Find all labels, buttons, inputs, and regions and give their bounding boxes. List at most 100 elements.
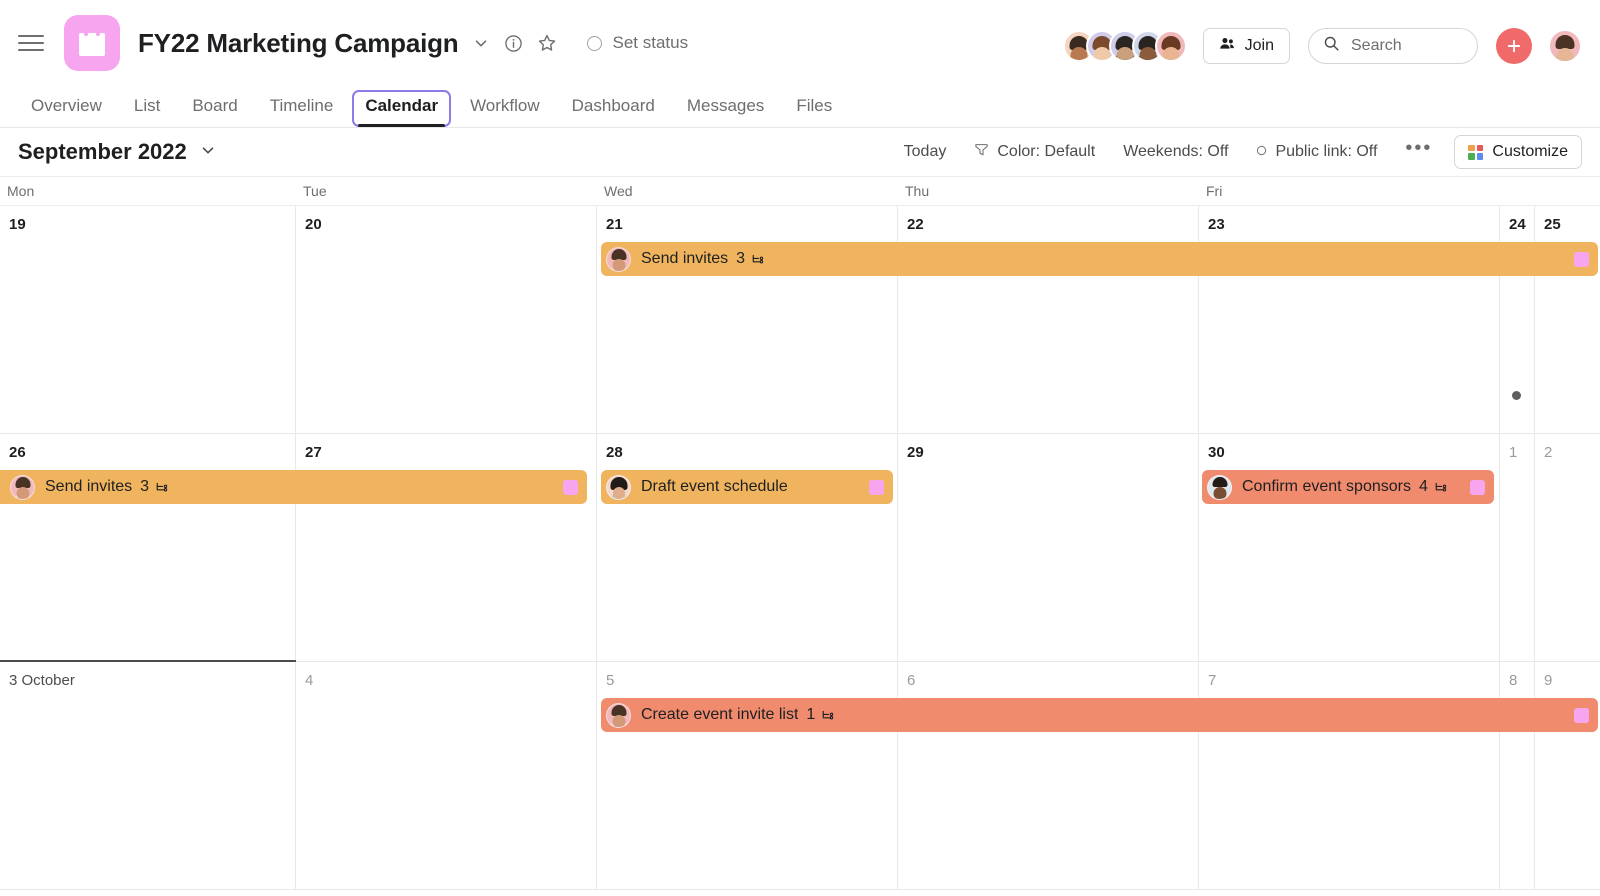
event-title: Create event invite list — [641, 706, 799, 723]
calendar-week-row: 26 27 28 29 30 1 2 Send invites 3 Draft … — [0, 434, 1600, 662]
day-number: 6 — [907, 672, 916, 689]
subtask-icon — [821, 708, 836, 723]
star-icon[interactable] — [537, 33, 557, 53]
avatar — [1207, 474, 1232, 500]
day-cell[interactable]: 5 — [597, 662, 898, 889]
customize-button[interactable]: Customize — [1454, 135, 1582, 169]
hamburger-menu-icon[interactable] — [18, 28, 48, 58]
day-cell[interactable]: 29 — [898, 434, 1199, 661]
join-label: Join — [1244, 37, 1274, 54]
my-avatar[interactable] — [1548, 29, 1582, 63]
set-status-label: Set status — [612, 33, 689, 52]
month-selector[interactable]: September 2022 — [18, 139, 217, 165]
event-subtask-count: 1 — [806, 706, 816, 723]
more-options-button[interactable]: ••• — [1393, 136, 1444, 168]
day-cell[interactable]: 2 — [1535, 434, 1600, 661]
tab-calendar[interactable]: Calendar — [352, 90, 452, 127]
calendar-event[interactable]: Send invites 3 — [0, 470, 587, 504]
day-cell[interactable]: 6 — [898, 662, 1199, 889]
calendar-event[interactable]: Send invites 3 — [601, 242, 1598, 276]
tab-list[interactable]: List — [121, 92, 173, 127]
day-cell[interactable]: 26 — [0, 434, 296, 661]
tab-board[interactable]: Board — [179, 92, 250, 127]
month-label: September 2022 — [18, 139, 187, 164]
avatar-face — [1093, 47, 1111, 60]
tab-workflow[interactable]: Workflow — [457, 92, 553, 127]
join-button[interactable]: Join — [1202, 28, 1290, 64]
day-cell[interactable]: 22 — [898, 206, 1199, 433]
day-number: 19 — [9, 216, 26, 233]
set-status-button[interactable]: Set status — [587, 33, 688, 53]
subtask-icon — [155, 480, 170, 495]
day-cell[interactable]: 30 — [1199, 434, 1500, 661]
public-link-label: Public link: Off — [1275, 143, 1378, 160]
avatar — [606, 246, 631, 272]
day-cell[interactable]: 25 — [1535, 206, 1600, 433]
calendar-week-row: 19 20 21 22 23 24 25 Send invites 3 — [0, 206, 1600, 434]
day-number: 28 — [606, 444, 623, 461]
event-subtask-count: 3 — [736, 250, 746, 267]
weekends-label: Weekends: Off — [1123, 143, 1229, 160]
day-number: 29 — [907, 444, 924, 461]
people-icon — [1219, 35, 1236, 57]
day-cell[interactable]: 21 — [597, 206, 898, 433]
day-cell[interactable]: 19 — [0, 206, 296, 433]
search-box[interactable] — [1308, 28, 1478, 64]
day-cell[interactable]: 4 — [296, 662, 597, 889]
weekday-tue: Tue — [303, 183, 327, 199]
weekends-button[interactable]: Weekends: Off — [1111, 137, 1240, 167]
weekday-thu: Thu — [905, 183, 930, 199]
day-cell[interactable]: 24 — [1500, 206, 1535, 433]
day-cell[interactable]: 1 — [1500, 434, 1535, 661]
day-cell[interactable]: 3 October — [0, 662, 296, 889]
event-project-badge — [1574, 251, 1589, 267]
avatar-face — [1213, 487, 1226, 499]
day-cell[interactable]: 8 — [1500, 662, 1535, 889]
day-cell[interactable]: 20 — [296, 206, 597, 433]
customize-swatch-icon — [1468, 144, 1484, 160]
tab-dashboard[interactable]: Dashboard — [559, 92, 668, 127]
color-button[interactable]: Color: Default — [962, 136, 1107, 168]
tab-timeline[interactable]: Timeline — [257, 92, 347, 127]
hamburger-line — [18, 35, 44, 37]
search-input[interactable] — [1351, 37, 1463, 55]
day-cell[interactable]: 9 — [1535, 662, 1600, 889]
public-link-button[interactable]: Public link: Off — [1244, 137, 1389, 167]
today-indicator-dot — [1512, 391, 1521, 400]
tab-overview[interactable]: Overview — [18, 92, 115, 127]
calendar-event[interactable]: Confirm event sponsors 4 — [1202, 470, 1494, 504]
color-label: Color: Default — [997, 143, 1096, 160]
avatar[interactable] — [1154, 30, 1187, 62]
day-cell[interactable]: 7 — [1199, 662, 1500, 889]
create-button[interactable] — [1496, 28, 1532, 64]
calendar-event[interactable]: Draft event schedule — [601, 470, 893, 504]
subtask-icon — [751, 252, 766, 267]
customize-label: Customize — [1492, 143, 1568, 160]
avatar-face — [1070, 47, 1088, 60]
day-number: 22 — [907, 216, 924, 233]
calendar-event[interactable]: Create event invite list 1 — [601, 698, 1598, 732]
day-number: 26 — [9, 444, 26, 461]
day-cell[interactable]: 23 — [1199, 206, 1500, 433]
today-button[interactable]: Today — [892, 137, 959, 167]
project-tabs: Overview List Board Timeline Calendar Wo… — [0, 86, 1600, 128]
day-number: 3 October — [9, 672, 75, 689]
calendar-grid: 19 20 21 22 23 24 25 Send invites 3 26 2… — [0, 206, 1600, 890]
day-number: 8 — [1509, 672, 1518, 689]
event-project-badge — [1470, 479, 1485, 495]
event-title: Draft event schedule — [641, 478, 788, 495]
info-icon[interactable] — [504, 34, 523, 53]
day-number: 1 — [1509, 444, 1518, 461]
member-avatar-stack[interactable] — [1062, 30, 1187, 62]
day-cell[interactable]: 28 — [597, 434, 898, 661]
day-number: 27 — [305, 444, 322, 461]
avatar — [10, 474, 35, 500]
avatar — [606, 474, 631, 500]
day-number: 30 — [1208, 444, 1225, 461]
tab-files[interactable]: Files — [783, 92, 845, 127]
chevron-down-icon[interactable] — [472, 34, 490, 52]
day-cell[interactable]: 27 — [296, 434, 597, 661]
weekday-fri: Fri — [1206, 183, 1223, 199]
tab-messages[interactable]: Messages — [674, 92, 777, 127]
avatar-face — [612, 259, 625, 271]
